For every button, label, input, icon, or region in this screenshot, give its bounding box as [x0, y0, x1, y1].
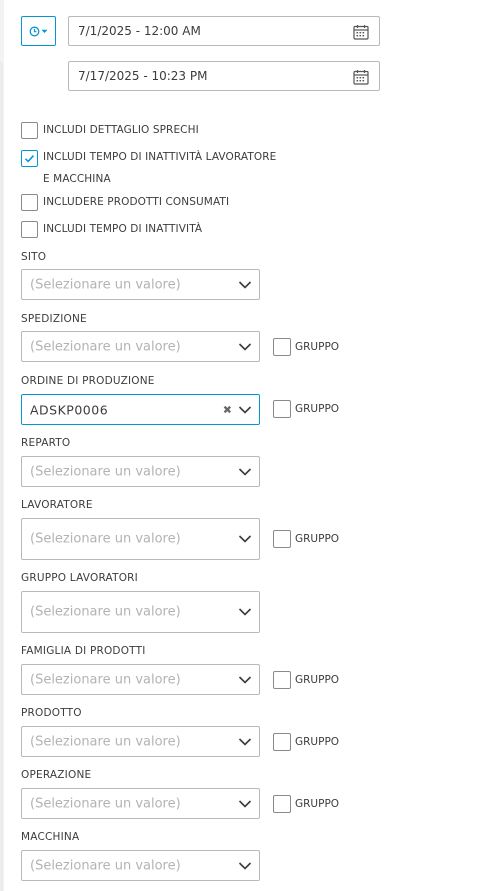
chevron-down-icon: [238, 861, 252, 870]
calendar-icon[interactable]: [353, 69, 369, 85]
checkmark-icon: [24, 155, 35, 163]
option-checkbox-include-consumed-products[interactable]: [21, 194, 38, 211]
filter-select-department[interactable]: (Selezionare un valore): [21, 456, 260, 487]
calendar-icon[interactable]: [353, 24, 369, 40]
filter-label-worker: LAVORATORE: [21, 499, 93, 511]
start-date-input[interactable]: 7/1/2025 - 12:00 AM: [68, 16, 380, 46]
chevron-down-icon: [238, 799, 252, 808]
filter-label-site: SITO: [21, 251, 47, 263]
filter-select-worker[interactable]: (Selezionare un valore): [21, 518, 260, 560]
filter-select-product[interactable]: (Selezionare un valore): [21, 726, 260, 757]
filter-select-machine[interactable]: (Selezionare un valore): [21, 850, 260, 881]
select-placeholder: (Selezionare un valore): [30, 531, 181, 547]
group-label-product: GRUPPO: [295, 736, 340, 748]
filter-select-product-family[interactable]: (Selezionare un valore): [21, 664, 260, 695]
select-placeholder: (Selezionare un valore): [30, 796, 181, 811]
filter-select-site[interactable]: (Selezionare un valore): [21, 269, 260, 300]
filter-label-product: PRODOTTO: [21, 707, 82, 719]
group-checkbox-production-order[interactable]: [273, 400, 291, 418]
option-label-include-downtime: INCLUDI TEMPO DI INATTIVITÀ: [43, 223, 203, 235]
option-label-include-waste-detail: INCLUDI DETTAGLIO SPRECHI: [43, 124, 199, 136]
option-checkbox-include-waste-detail[interactable]: [21, 122, 38, 139]
chevron-down-icon: [238, 535, 252, 543]
filter-label-production-order: ORDINE DI PRODUZIONE: [21, 375, 155, 387]
option-checkbox-include-worker-machine-downtime[interactable]: [21, 150, 38, 167]
chevron-down-icon: [238, 608, 252, 616]
select-placeholder: (Selezionare un valore): [30, 277, 181, 292]
chevron-down-icon: [238, 675, 252, 684]
group-checkbox-product-family[interactable]: [273, 671, 291, 689]
group-label-product-family: GRUPPO: [295, 674, 340, 686]
select-placeholder: (Selezionare un valore): [30, 464, 181, 479]
clock-icon: [29, 26, 40, 36]
group-label-shipment: GRUPPO: [295, 341, 340, 353]
select-placeholder: (Selezionare un valore): [30, 604, 181, 620]
chevron-down-icon: [238, 405, 252, 414]
filter-select-worker-group[interactable]: (Selezionare un valore): [21, 591, 260, 633]
group-label-worker: GRUPPO: [295, 533, 340, 545]
select-placeholder: (Selezionare un valore): [30, 672, 181, 687]
filter-label-worker-group: GRUPPO LAVORATORI: [21, 572, 138, 584]
filter-label-operation: OPERAZIONE: [21, 769, 92, 781]
group-checkbox-operation[interactable]: [273, 795, 291, 813]
select-placeholder: (Selezionare un valore): [30, 339, 181, 354]
caret-down-icon: [41, 29, 48, 33]
chevron-down-icon: [238, 737, 252, 746]
left-panel-border: [0, 62, 3, 891]
filter-label-shipment: SPEDIZIONE: [21, 313, 87, 325]
filter-select-shipment[interactable]: (Selezionare un valore): [21, 331, 260, 362]
select-value: ADSKP0006: [30, 402, 109, 417]
group-label-operation: GRUPPO: [295, 798, 340, 810]
group-checkbox-shipment[interactable]: [273, 338, 291, 356]
chevron-down-icon: [238, 342, 252, 351]
filter-select-production-order[interactable]: ADSKP0006 ✖: [21, 394, 260, 425]
start-date-value: 7/1/2025 - 12:00 AM: [78, 24, 201, 38]
select-placeholder: (Selezionare un valore): [30, 734, 181, 749]
group-checkbox-worker[interactable]: [273, 530, 291, 548]
chevron-down-icon: [238, 280, 252, 289]
filter-label-department: REPARTO: [21, 437, 71, 449]
option-label-include-consumed-products: INCLUDERE PRODOTTI CONSUMATI: [43, 196, 230, 208]
end-date-value: 7/17/2025 - 10:23 PM: [78, 69, 208, 83]
end-date-input[interactable]: 7/17/2025 - 10:23 PM: [68, 61, 380, 91]
option-checkbox-include-downtime[interactable]: [21, 221, 38, 238]
group-label-production-order: GRUPPO: [295, 403, 340, 415]
time-preset-button[interactable]: [21, 16, 56, 46]
option-label-include-worker-machine-downtime: INCLUDI TEMPO DI INATTIVITÀ LAVORATORE E…: [43, 151, 277, 185]
filter-label-machine: MACCHINA: [21, 831, 80, 843]
x-icon[interactable]: ✖: [223, 403, 232, 416]
filter-select-operation[interactable]: (Selezionare un valore): [21, 788, 260, 819]
select-placeholder: (Selezionare un valore): [30, 858, 181, 873]
group-checkbox-product[interactable]: [273, 733, 291, 751]
filter-label-product-family: FAMIGLIA DI PRODOTTI: [21, 645, 146, 657]
chevron-down-icon: [238, 467, 252, 476]
